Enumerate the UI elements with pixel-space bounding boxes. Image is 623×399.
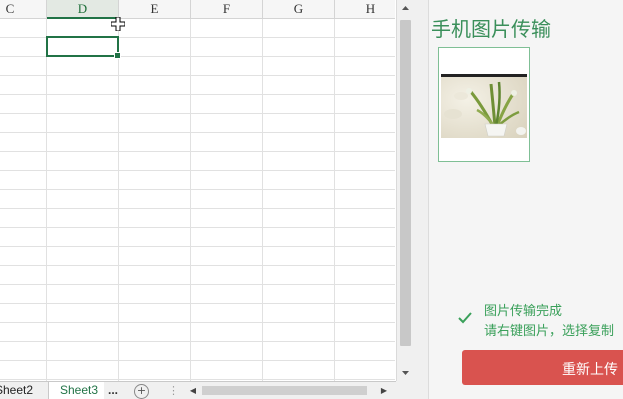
column-header-d[interactable]: D	[47, 0, 119, 19]
spreadsheet[interactable]: C D E F G H	[0, 0, 395, 381]
horizontal-scroll-thumb[interactable]	[202, 386, 367, 395]
row-gridline	[0, 322, 395, 323]
row-gridline	[0, 284, 395, 285]
column-header-f[interactable]: F	[191, 0, 263, 18]
column-header-g[interactable]: G	[263, 0, 335, 18]
more-tabs-button[interactable]: ...	[108, 382, 124, 399]
row-gridline	[0, 208, 395, 209]
scroll-down-icon[interactable]	[397, 364, 414, 381]
scroll-right-icon[interactable]: ▶	[377, 383, 391, 398]
cell-cursor-icon	[111, 17, 125, 31]
row-gridline	[0, 132, 395, 133]
scroll-up-icon[interactable]	[397, 0, 414, 17]
row-gridline	[0, 379, 395, 380]
sheet-tab-bar: Sheet2 Sheet3 ... + ⋮ ◀ ▶	[0, 381, 413, 399]
scroll-left-icon[interactable]: ◀	[186, 383, 200, 398]
reupload-button-label: 重新上传	[562, 362, 618, 378]
fill-handle[interactable]	[114, 52, 121, 59]
row-gridline	[0, 75, 395, 76]
row-gridline	[0, 170, 395, 171]
row-gridline	[0, 360, 395, 361]
tab-sheet2[interactable]: Sheet2	[0, 382, 40, 399]
column-header-c[interactable]: C	[0, 0, 47, 18]
status-hint-text: 请右键图片，选择复制	[484, 324, 615, 339]
scrollbar-corner	[396, 381, 413, 399]
column-header-h[interactable]: H	[335, 0, 395, 18]
horizontal-scrollbar[interactable]: ◀ ▶	[186, 383, 391, 398]
phone-image-transfer-panel: 手机图片传输 图片传输完成 请右键图片，选择复制 重新上传	[428, 0, 623, 399]
panel-separator	[413, 0, 428, 399]
row-gridline	[0, 265, 395, 266]
transferred-image-thumbnail[interactable]	[438, 47, 530, 162]
row-gridline	[0, 94, 395, 95]
cell-grid[interactable]	[0, 19, 395, 381]
row-gridline	[0, 303, 395, 304]
panel-title: 手机图片传输	[431, 17, 551, 41]
row-gridline	[0, 189, 395, 190]
add-sheet-button[interactable]: +	[134, 384, 149, 399]
tab-splitter-icon[interactable]: ⋮	[168, 382, 179, 399]
tab-sheet3[interactable]: Sheet3	[48, 382, 104, 399]
column-headers: C D E F G H	[0, 0, 395, 19]
plant-photo[interactable]	[441, 74, 527, 138]
column-header-e[interactable]: E	[119, 0, 191, 18]
row-gridline	[0, 246, 395, 247]
status-complete-text: 图片传输完成	[484, 304, 563, 319]
vertical-scroll-thumb[interactable]	[400, 20, 411, 346]
selected-cell-d2[interactable]	[46, 36, 121, 59]
row-gridline	[0, 227, 395, 228]
vertical-scrollbar[interactable]	[396, 0, 414, 381]
reupload-button[interactable]: 重新上传	[462, 350, 623, 385]
row-gridline	[0, 151, 395, 152]
check-icon	[458, 312, 472, 324]
row-gridline	[0, 341, 395, 342]
row-gridline	[0, 113, 395, 114]
